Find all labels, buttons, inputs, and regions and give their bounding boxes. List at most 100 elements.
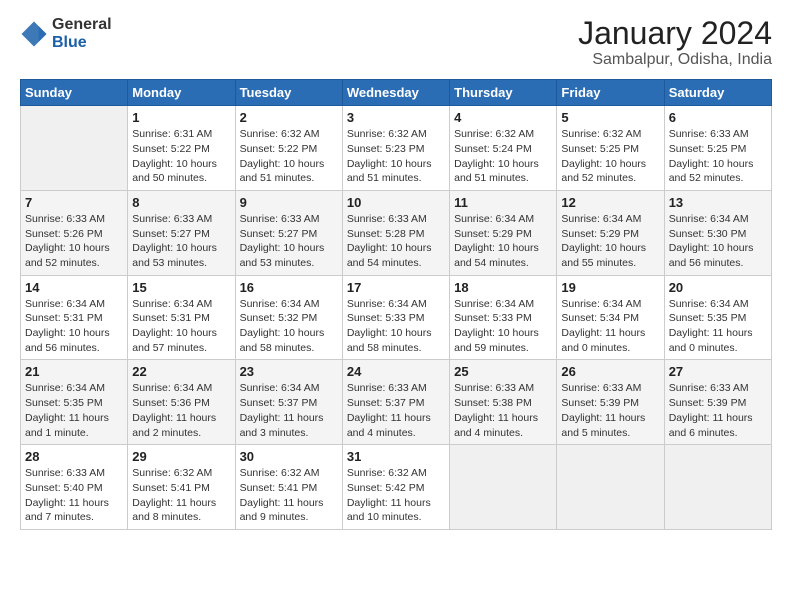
calendar-cell: 16Sunrise: 6:34 AMSunset: 5:32 PMDayligh… [235, 275, 342, 360]
calendar-cell: 5Sunrise: 6:32 AMSunset: 5:25 PMDaylight… [557, 106, 664, 191]
day-number: 7 [25, 195, 123, 210]
calendar-cell: 19 Sunrise: 6:34 AMSunset: 5:34 PMDayligh… [557, 275, 664, 360]
day-info: Sunrise: 6:34 AMSunset: 5:29 PMDaylight:… [561, 212, 659, 271]
day-info: Sunrise: 6:33 AMSunset: 5:25 PMDaylight:… [669, 127, 767, 186]
calendar-cell: 22Sunrise: 6:34 AMSunset: 5:36 PMDayligh… [128, 360, 235, 445]
day-info: Sunrise: 6:33 AMSunset: 5:27 PMDaylight:… [240, 212, 338, 271]
calendar-subtitle: Sambalpur, Odisha, India [578, 51, 772, 69]
day-number: 17 [347, 280, 445, 295]
day-number: 18 [454, 280, 552, 295]
day-info: Sunrise: 6:34 AMSunset: 5:31 PMDaylight:… [132, 297, 230, 356]
day-info: Sunrise: 6:33 AMSunset: 5:26 PMDaylight:… [25, 212, 123, 271]
day-number: 8 [132, 195, 230, 210]
calendar-cell [450, 445, 557, 530]
header-monday: Monday [128, 80, 235, 106]
day-number: 2 [240, 110, 338, 125]
day-info: Sunrise: 6:34 AMSunset: 5:31 PMDaylight:… [25, 297, 123, 356]
day-number: 4 [454, 110, 552, 125]
calendar-week-4: 21 Sunrise: 6:34 AMSunset: 5:35 PMDayligh… [21, 360, 772, 445]
calendar-cell: 2Sunrise: 6:32 AMSunset: 5:22 PMDaylight… [235, 106, 342, 191]
logo-text: General Blue [52, 16, 112, 51]
day-number: 10 [347, 195, 445, 210]
calendar-cell: 9 Sunrise: 6:33 AMSunset: 5:27 PMDaylight… [235, 190, 342, 275]
day-info: Sunrise: 6:32 AMSunset: 5:41 PMDaylight:… [240, 466, 338, 525]
header-sunday: Sunday [21, 80, 128, 106]
calendar-cell: 8 Sunrise: 6:33 AMSunset: 5:27 PMDaylight… [128, 190, 235, 275]
header-tuesday: Tuesday [235, 80, 342, 106]
day-number: 27 [669, 364, 767, 379]
day-info: Sunrise: 6:33 AMSunset: 5:37 PMDaylight:… [347, 381, 445, 440]
calendar-cell: 23Sunrise: 6:34 AMSunset: 5:37 PMDayligh… [235, 360, 342, 445]
day-info: Sunrise: 6:34 AMSunset: 5:35 PMDaylight:… [25, 381, 123, 440]
day-number: 21 [25, 364, 123, 379]
day-info: Sunrise: 6:31 AMSunset: 5:22 PMDaylight:… [132, 127, 230, 186]
day-number: 31 [347, 449, 445, 464]
day-number: 30 [240, 449, 338, 464]
day-info: Sunrise: 6:34 AMSunset: 5:33 PMDaylight:… [347, 297, 445, 356]
calendar-cell: 25Sunrise: 6:33 AMSunset: 5:38 PMDayligh… [450, 360, 557, 445]
day-number: 29 [132, 449, 230, 464]
calendar-cell: 27Sunrise: 6:33 AMSunset: 5:39 PMDayligh… [664, 360, 771, 445]
calendar-cell [664, 445, 771, 530]
day-number: 20 [669, 280, 767, 295]
header-wednesday: Wednesday [342, 80, 449, 106]
calendar-cell: 29Sunrise: 6:32 AMSunset: 5:41 PMDayligh… [128, 445, 235, 530]
day-info: Sunrise: 6:33 AMSunset: 5:38 PMDaylight:… [454, 381, 552, 440]
header: General Blue January 2024 Sambalpur, Odi… [20, 16, 772, 69]
calendar-week-1: 1 Sunrise: 6:31 AMSunset: 5:22 PMDaylight… [21, 106, 772, 191]
day-number: 13 [669, 195, 767, 210]
calendar-cell: 6 Sunrise: 6:33 AMSunset: 5:25 PMDaylight… [664, 106, 771, 191]
calendar-header: Sunday Monday Tuesday Wednesday Thursday… [21, 80, 772, 106]
calendar-cell: 10Sunrise: 6:33 AMSunset: 5:28 PMDayligh… [342, 190, 449, 275]
day-info: Sunrise: 6:34 AMSunset: 5:37 PMDaylight:… [240, 381, 338, 440]
day-info: Sunrise: 6:34 AMSunset: 5:33 PMDaylight:… [454, 297, 552, 356]
day-info: Sunrise: 6:32 AMSunset: 5:25 PMDaylight:… [561, 127, 659, 186]
calendar-cell: 11 Sunrise: 6:34 AMSunset: 5:29 PMDayligh… [450, 190, 557, 275]
calendar-cell: 1 Sunrise: 6:31 AMSunset: 5:22 PMDaylight… [128, 106, 235, 191]
calendar-cell: 28Sunrise: 6:33 AMSunset: 5:40 PMDayligh… [21, 445, 128, 530]
day-number: 14 [25, 280, 123, 295]
day-number: 3 [347, 110, 445, 125]
day-number: 15 [132, 280, 230, 295]
calendar-week-3: 14 Sunrise: 6:34 AMSunset: 5:31 PMDayligh… [21, 275, 772, 360]
header-friday: Friday [557, 80, 664, 106]
day-info: Sunrise: 6:33 AMSunset: 5:40 PMDaylight:… [25, 466, 123, 525]
logo-general-text: General [52, 16, 112, 34]
calendar-cell: 20 Sunrise: 6:34 AMSunset: 5:35 PMDayligh… [664, 275, 771, 360]
calendar-cell: 30 Sunrise: 6:32 AMSunset: 5:41 PMDayligh… [235, 445, 342, 530]
calendar-table: Sunday Monday Tuesday Wednesday Thursday… [20, 79, 772, 530]
header-thursday: Thursday [450, 80, 557, 106]
page: General Blue January 2024 Sambalpur, Odi… [0, 0, 792, 540]
calendar-cell: 21 Sunrise: 6:34 AMSunset: 5:35 PMDayligh… [21, 360, 128, 445]
day-number: 19 [561, 280, 659, 295]
day-number: 1 [132, 110, 230, 125]
calendar-cell: 17 Sunrise: 6:34 AMSunset: 5:33 PMDayligh… [342, 275, 449, 360]
logo-icon [20, 20, 48, 48]
calendar-body: 1 Sunrise: 6:31 AMSunset: 5:22 PMDaylight… [21, 106, 772, 530]
day-number: 9 [240, 195, 338, 210]
calendar-cell: 15 Sunrise: 6:34 AMSunset: 5:31 PMDayligh… [128, 275, 235, 360]
day-info: Sunrise: 6:32 AMSunset: 5:23 PMDaylight:… [347, 127, 445, 186]
logo-blue-text: Blue [52, 34, 112, 52]
day-info: Sunrise: 6:34 AMSunset: 5:29 PMDaylight:… [454, 212, 552, 271]
calendar-cell: 24 Sunrise: 6:33 AMSunset: 5:37 PMDayligh… [342, 360, 449, 445]
day-number: 12 [561, 195, 659, 210]
day-info: Sunrise: 6:33 AMSunset: 5:39 PMDaylight:… [561, 381, 659, 440]
day-number: 24 [347, 364, 445, 379]
day-info: Sunrise: 6:33 AMSunset: 5:27 PMDaylight:… [132, 212, 230, 271]
day-number: 22 [132, 364, 230, 379]
day-info: Sunrise: 6:34 AMSunset: 5:34 PMDaylight:… [561, 297, 659, 356]
title-block: January 2024 Sambalpur, Odisha, India [578, 16, 772, 69]
day-info: Sunrise: 6:34 AMSunset: 5:35 PMDaylight:… [669, 297, 767, 356]
header-saturday: Saturday [664, 80, 771, 106]
calendar-cell: 4Sunrise: 6:32 AMSunset: 5:24 PMDaylight… [450, 106, 557, 191]
day-info: Sunrise: 6:34 AMSunset: 5:32 PMDaylight:… [240, 297, 338, 356]
day-number: 6 [669, 110, 767, 125]
calendar-cell: 12 Sunrise: 6:34 AMSunset: 5:29 PMDayligh… [557, 190, 664, 275]
calendar-cell: 14 Sunrise: 6:34 AMSunset: 5:31 PMDayligh… [21, 275, 128, 360]
calendar-title: January 2024 [578, 16, 772, 51]
day-number: 11 [454, 195, 552, 210]
day-info: Sunrise: 6:34 AMSunset: 5:30 PMDaylight:… [669, 212, 767, 271]
calendar-cell: 7 Sunrise: 6:33 AMSunset: 5:26 PMDaylight… [21, 190, 128, 275]
logo: General Blue [20, 16, 112, 51]
